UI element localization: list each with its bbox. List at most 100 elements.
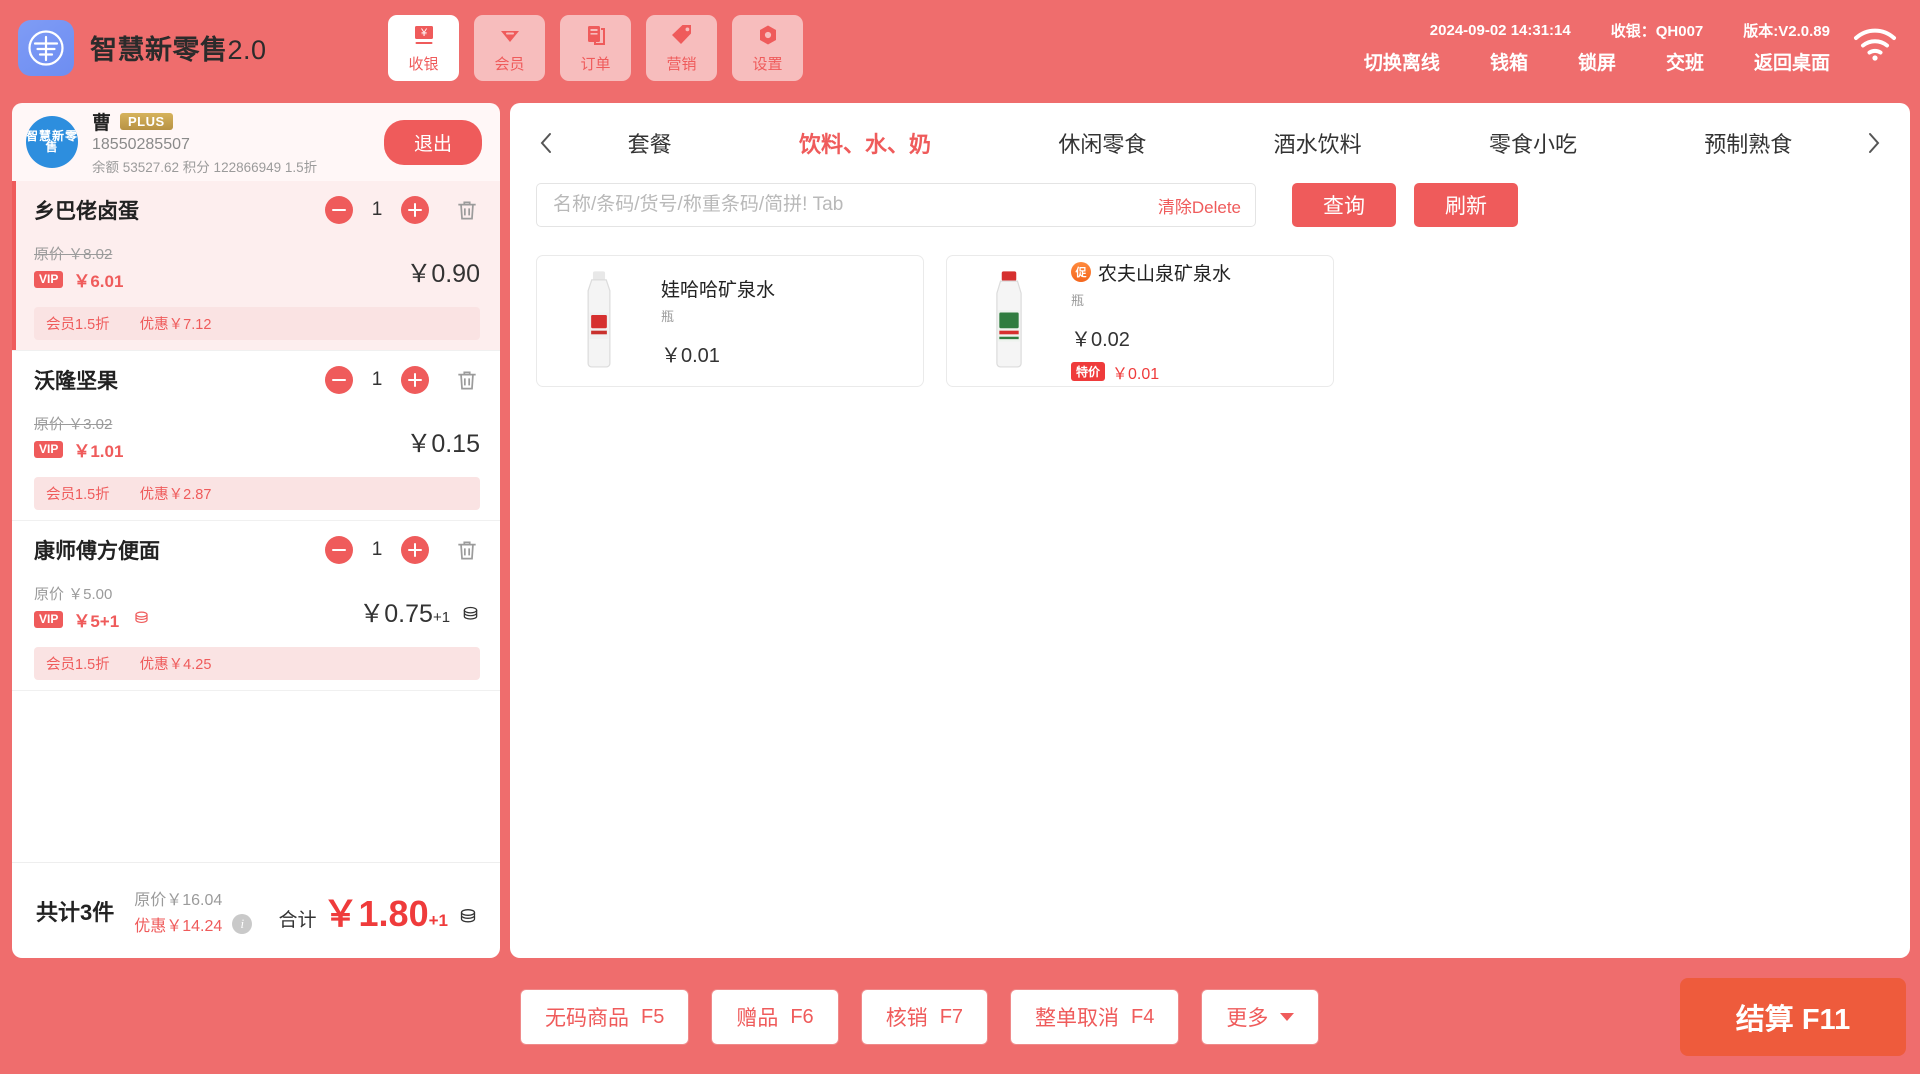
total-discount-row: 优惠￥14.24 i — [134, 912, 253, 936]
more-button[interactable]: 更多 — [1201, 989, 1320, 1045]
app-logo-icon — [18, 19, 74, 76]
brand: 智慧新零售2.0 — [18, 19, 388, 76]
cart-item-header: 康师傅方便面 1 — [34, 535, 480, 565]
cart-item-discount: 会员1.5折 优惠￥7.12 — [34, 307, 480, 340]
total-count: 共计3件 — [36, 899, 115, 925]
action-bar: 无码商品 F5 赠品 F6 核销 F7 整单取消 F4 更多 结算 F11 — [0, 968, 1920, 1074]
button-label: 核销 — [885, 1007, 928, 1030]
product-name-row: 娃哈哈矿泉水 — [661, 275, 909, 302]
special-price: ￥0.01 — [1112, 365, 1160, 383]
nav-marketing[interactable]: 营销 — [646, 14, 717, 81]
search-input[interactable] — [553, 194, 1158, 216]
refresh-button[interactable]: 刷新 — [1414, 183, 1518, 227]
total-sum-label: 合计 — [278, 909, 317, 931]
cart-item-name: 沃隆坚果 — [34, 370, 118, 393]
product-special-row: 特价 ￥0.01 — [1071, 360, 1319, 384]
redeem-button[interactable]: 核销 F7 — [860, 989, 989, 1045]
nav-label: 设置 — [752, 55, 783, 73]
product-card[interactable]: 促 农夫山泉矿泉水 瓶 ￥0.02 特价 ￥0.01 — [946, 255, 1334, 387]
chevron-left-icon[interactable] — [528, 130, 564, 156]
cart-item[interactable]: 乡巴佬卤蛋 1 原价 ￥8.02 VIP ￥6.01 ￥0.90 会员1.5折 … — [12, 181, 500, 351]
category-tab-2[interactable]: 休闲零食 — [1058, 127, 1146, 159]
minus-circle-icon[interactable] — [325, 196, 353, 224]
svg-text:¥: ¥ — [419, 27, 427, 39]
clear-button[interactable]: 清除Delete — [1158, 193, 1241, 218]
category-tab-4[interactable]: 零食小吃 — [1489, 127, 1577, 159]
header-right: 2024-09-02 14:31:14 收银：QH007 版本:V2.0.89 … — [1364, 20, 1902, 75]
category-list: 套餐 饮料、水、奶 休闲零食 酒水饮料 零食小吃 预制熟食 — [564, 127, 1856, 159]
product-unit: 瓶 — [1071, 292, 1085, 308]
chevron-right-icon[interactable] — [1856, 130, 1892, 156]
info-icon[interactable]: i — [232, 913, 253, 934]
cart-item-list: 乡巴佬卤蛋 1 原价 ￥8.02 VIP ￥6.01 ￥0.90 会员1.5折 … — [12, 181, 500, 862]
action-switch-offline[interactable]: 切换离线 — [1364, 48, 1440, 75]
action-shift-change[interactable]: 交班 — [1666, 48, 1704, 75]
category-tab-1[interactable]: 饮料、水、奶 — [799, 127, 931, 159]
nav-label: 收银 — [408, 55, 439, 73]
cart-item[interactable]: 沃隆坚果 1 原价 ￥3.02 VIP ￥1.01 ￥0.15 会员1.5折 优… — [12, 351, 500, 521]
top-nav: ¥ 收银 会员 订单 营销 设置 — [388, 14, 803, 81]
plus-circle-icon[interactable] — [401, 196, 429, 224]
member-icon — [497, 22, 523, 48]
product-card[interactable]: 娃哈哈矿泉水 瓶 ￥0.01 — [536, 255, 924, 387]
quantity-stepper: 1 — [325, 196, 480, 224]
promo-badge-icon: 促 — [1071, 262, 1091, 282]
search-field-wrapper: 清除Delete — [536, 183, 1256, 227]
checkout-button[interactable]: 结算 F11 — [1680, 978, 1906, 1056]
vip-price-row: VIP ￥5+1 — [34, 607, 359, 632]
nav-settings[interactable]: 设置 — [732, 14, 803, 81]
coin-icon — [133, 609, 150, 631]
brand-version: 2.0 — [227, 35, 267, 65]
query-button[interactable]: 查询 — [1292, 183, 1396, 227]
minus-circle-icon[interactable] — [325, 536, 353, 564]
product-unit: 瓶 — [661, 308, 675, 324]
wifi-icon[interactable] — [1852, 26, 1898, 67]
special-badge: 特价 — [1071, 362, 1106, 381]
category-tab-0[interactable]: 套餐 — [628, 127, 672, 159]
plus-circle-icon[interactable] — [401, 536, 429, 564]
discount-amount: 优惠￥7.12 — [139, 317, 212, 333]
price-block: 原价 ￥3.02 VIP ￥1.01 — [34, 413, 406, 462]
nav-label: 营销 — [666, 55, 697, 73]
action-back-to-desktop[interactable]: 返回桌面 — [1754, 48, 1830, 75]
action-cash-drawer[interactable]: 钱箱 — [1490, 48, 1528, 75]
category-tabs: 套餐 饮料、水、奶 休闲零食 酒水饮料 零食小吃 预制熟食 — [510, 103, 1910, 183]
nav-cashier[interactable]: ¥ 收银 — [388, 14, 459, 81]
cart-totals: 共计3件 原价￥16.04 优惠￥14.24 i 合计 ￥1.80+1 — [12, 862, 500, 958]
cancel-order-button[interactable]: 整单取消 F4 — [1010, 989, 1180, 1045]
customer-meta: 余额 53527.62 积分 122866949 1.5折 — [92, 160, 318, 175]
trash-icon[interactable] — [454, 367, 480, 393]
total-original: 原价￥16.04 — [134, 891, 223, 909]
customer-phone: 18550285507 — [92, 136, 190, 153]
total-sum-value: ￥1.80+1 — [323, 885, 448, 937]
sum-sup: +1 — [428, 910, 448, 930]
cart-item-header: 乡巴佬卤蛋 1 — [34, 195, 480, 225]
customer-name: 曹 — [92, 113, 112, 134]
category-tab-3[interactable]: 酒水饮料 — [1274, 127, 1362, 159]
minus-circle-icon[interactable] — [325, 366, 353, 394]
total-breakdown: 原价￥16.04 优惠￥14.24 i — [134, 886, 253, 936]
plus-circle-icon[interactable] — [401, 366, 429, 394]
no-barcode-item-button[interactable]: 无码商品 F5 — [520, 989, 690, 1045]
trash-icon[interactable] — [454, 197, 480, 223]
avatar: 智慧新零售 — [26, 116, 78, 168]
original-price: 原价 ￥3.02 — [34, 416, 113, 433]
trash-icon[interactable] — [454, 537, 480, 563]
logout-button[interactable]: 退出 — [383, 119, 482, 165]
vip-price-row: VIP ￥1.01 — [34, 437, 406, 462]
original-price: 原价 ￥5.00 — [34, 586, 113, 603]
cart-item[interactable]: 康师傅方便面 1 原价 ￥5.00 VIP ￥5+1 ￥0.75+1 会员1.5… — [12, 521, 500, 691]
customer-card[interactable]: 智慧新零售 曹 PLUS 18550285507 余额 53527.62 积分 … — [12, 103, 500, 181]
category-tab-5[interactable]: 预制熟食 — [1704, 127, 1792, 159]
header-status: 2024-09-02 14:31:14 收银：QH007 版本:V2.0.89 — [1430, 20, 1896, 41]
button-label: 整单取消 — [1035, 1007, 1120, 1030]
nav-member[interactable]: 会员 — [474, 14, 545, 81]
product-info: 促 农夫山泉矿泉水 瓶 ￥0.02 特价 ￥0.01 — [1071, 262, 1319, 383]
gift-button[interactable]: 赠品 F6 — [711, 989, 839, 1045]
nav-order[interactable]: 订单 — [560, 14, 631, 81]
vip-badge: VIP — [34, 611, 64, 628]
discount-rate: 会员1.5折 — [46, 487, 110, 503]
action-lock-screen[interactable]: 锁屏 — [1578, 48, 1616, 75]
vip-badge: VIP — [34, 441, 64, 458]
app-version: 版本:V2.0.89 — [1743, 23, 1830, 40]
